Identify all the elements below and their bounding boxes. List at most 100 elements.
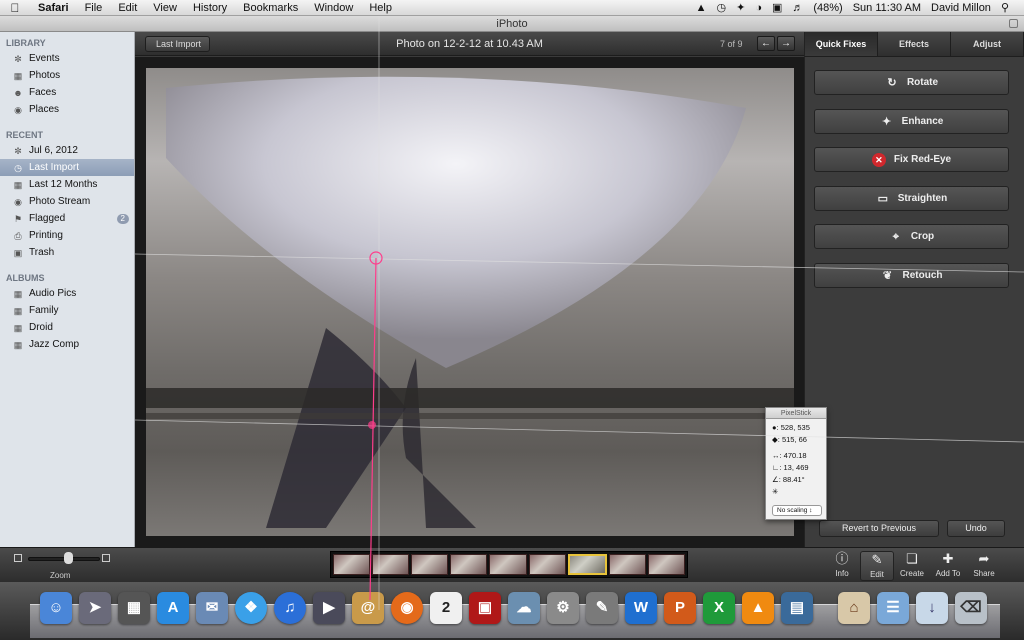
- clock[interactable]: Sun 11:30 AM: [848, 2, 926, 14]
- mission-control-icon[interactable]: ▦: [118, 592, 150, 624]
- sidebar: LIBRARY ✼ Events ▦ Photos ☻ Faces ◉ Places R…: [0, 32, 135, 547]
- undo-button[interactable]: Undo: [947, 520, 1005, 537]
- sidebar-item-flagged[interactable]: ⚑ Flagged 2: [0, 210, 134, 227]
- filmstrip-thumbnail[interactable]: [608, 554, 646, 575]
- delta-readout: ∟: 13, 469: [772, 463, 809, 472]
- home-folder-icon[interactable]: ⌂: [838, 592, 870, 624]
- downloads-folder-icon[interactable]: ↓: [916, 592, 948, 624]
- filmstrip-thumbnail[interactable]: [528, 554, 566, 575]
- info-button[interactable]: ⓘ Info: [825, 551, 859, 581]
- iphoto-icon[interactable]: ☁: [508, 592, 540, 624]
- word-icon[interactable]: W: [625, 592, 657, 624]
- sidebar-item-family[interactable]: ▦ Family: [0, 302, 134, 319]
- add-to-button[interactable]: ✚ Add To: [931, 551, 965, 581]
- address-book-icon[interactable]: @: [352, 592, 384, 624]
- vlc-icon[interactable]: ▲: [742, 592, 774, 624]
- sidebar-item-places[interactable]: ◉ Places: [0, 101, 134, 118]
- menu-bookmarks[interactable]: Bookmarks: [235, 2, 306, 14]
- sidebar-item-last-12-months[interactable]: ▦ Last 12 Months: [0, 176, 134, 193]
- utility-icon[interactable]: ✎: [586, 592, 618, 624]
- sidebar-item-trash[interactable]: ▣ Trash: [0, 244, 134, 261]
- facetime-icon[interactable]: ▶: [313, 592, 345, 624]
- app-store-icon[interactable]: A: [157, 592, 189, 624]
- launchpad-icon[interactable]: ➤: [79, 592, 111, 624]
- sidebar-item-jul-6[interactable]: ✼ Jul 6, 2012: [0, 142, 134, 159]
- filmstrip-thumbnail[interactable]: [333, 554, 371, 575]
- menu-help[interactable]: Help: [361, 2, 400, 14]
- previous-photo-button[interactable]: ←: [757, 36, 775, 51]
- filmstrip-thumbnail-selected[interactable]: [567, 554, 607, 575]
- next-photo-button[interactable]: →: [777, 36, 795, 51]
- filmstrip-thumbnail[interactable]: [647, 554, 685, 575]
- excel-icon[interactable]: X: [703, 592, 735, 624]
- menu-file[interactable]: File: [77, 2, 111, 14]
- pixelstick-panel[interactable]: PixelStick ●: 528, 535 ◆: 515, 66 ↔: 470…: [765, 407, 827, 520]
- filmstrip-thumbnail[interactable]: [372, 554, 410, 575]
- itunes-icon[interactable]: ♫: [274, 592, 306, 624]
- sidebar-item-printing[interactable]: ⎙ Printing: [0, 227, 134, 244]
- volume-icon[interactable]: ♬: [787, 2, 808, 14]
- time-machine-icon[interactable]: ◷: [711, 1, 731, 14]
- calendar-dock-icon[interactable]: 2: [430, 592, 462, 624]
- straighten-button[interactable]: ▭ Straighten: [814, 186, 1009, 211]
- sidebar-item-last-import[interactable]: ◷ Last Import: [0, 159, 134, 176]
- safari-icon[interactable]: ❖: [235, 592, 267, 624]
- sidebar-item-droid[interactable]: ▦ Droid: [0, 319, 134, 336]
- zoom-slider-knob[interactable]: [64, 552, 73, 564]
- powerpoint-icon[interactable]: P: [664, 592, 696, 624]
- red-eye-icon: ✕: [871, 152, 886, 167]
- bottom-toolbar: Zoom ⓘ Info ✎ Edit ❏ Create ✚ Add To ➦ Share: [0, 547, 1024, 582]
- finder-icon[interactable]: ☺: [40, 592, 72, 624]
- wifi-icon[interactable]: ◑: [750, 2, 767, 14]
- edit-button[interactable]: ✎ Edit: [860, 551, 894, 581]
- tab-effects[interactable]: Effects: [878, 32, 951, 56]
- sidebar-item-jazz-comp[interactable]: ▦ Jazz Comp: [0, 336, 134, 353]
- sidebar-item-events[interactable]: ✼ Events: [0, 50, 134, 67]
- lock-readout[interactable]: ✳: [772, 487, 778, 497]
- menu-window[interactable]: Window: [306, 2, 361, 14]
- filmstrip-thumbnail[interactable]: [450, 554, 488, 575]
- applications-folder-icon[interactable]: ☰: [877, 592, 909, 624]
- menu-app[interactable]: Safari: [30, 2, 77, 14]
- tab-adjust[interactable]: Adjust: [951, 32, 1024, 56]
- zoom-in-icon[interactable]: [102, 554, 110, 562]
- sidebar-item-photo-stream[interactable]: ◉ Photo Stream: [0, 193, 134, 210]
- mail-stamp-icon[interactable]: ✉: [196, 592, 228, 624]
- photo-booth-icon[interactable]: ▣: [469, 592, 501, 624]
- spotlight-icon[interactable]: ⚲: [996, 1, 1014, 14]
- fix-red-eye-button[interactable]: ✕ Fix Red-Eye: [814, 147, 1009, 172]
- sidebar-item-faces[interactable]: ☻ Faces: [0, 84, 134, 101]
- tab-quick-fixes[interactable]: Quick Fixes: [805, 32, 878, 56]
- filmstrip-thumbnail[interactable]: [411, 554, 449, 575]
- crop-icon: ⌖: [892, 230, 899, 243]
- retouch-button[interactable]: ❦ Retouch: [814, 263, 1009, 288]
- apple-menu-icon[interactable]: : [0, 1, 30, 15]
- user-name[interactable]: David Millon: [926, 2, 996, 14]
- sidebar-item-audio-pics[interactable]: ▦ Audio Pics: [0, 285, 134, 302]
- firefox-icon[interactable]: ◉: [391, 592, 423, 624]
- share-button[interactable]: ➦ Share: [967, 551, 1001, 581]
- photo-canvas[interactable]: [146, 68, 794, 536]
- battery-status[interactable]: (48%): [808, 2, 847, 14]
- rotate-button[interactable]: ↻ Rotate: [814, 70, 1009, 95]
- menu-view[interactable]: View: [145, 2, 185, 14]
- trash-icon[interactable]: ⌫: [955, 592, 987, 624]
- filmstrip: [330, 551, 688, 578]
- menu-history[interactable]: History: [185, 2, 235, 14]
- enhance-button[interactable]: ✦ Enhance: [814, 109, 1009, 134]
- create-button[interactable]: ❏ Create: [895, 551, 929, 581]
- angle-readout: ∠: 88.41°: [772, 475, 805, 484]
- bluetooth-icon[interactable]: ✦: [731, 1, 750, 14]
- preview-icon[interactable]: ▤: [781, 592, 813, 624]
- crop-button[interactable]: ⌖ Crop: [814, 224, 1009, 249]
- system-preferences-icon[interactable]: ⚙: [547, 592, 579, 624]
- fullscreen-icon[interactable]: [1009, 19, 1018, 28]
- scaling-select[interactable]: No scaling ↕: [772, 505, 822, 516]
- menu-edit[interactable]: Edit: [110, 2, 145, 14]
- airplay-icon[interactable]: ▣: [767, 1, 787, 14]
- zoom-out-icon[interactable]: [14, 554, 22, 562]
- revert-to-previous-button[interactable]: Revert to Previous: [819, 520, 939, 537]
- sidebar-item-photos[interactable]: ▦ Photos: [0, 67, 134, 84]
- filmstrip-thumbnail[interactable]: [489, 554, 527, 575]
- menu-extra-icon[interactable]: ▲: [691, 2, 712, 14]
